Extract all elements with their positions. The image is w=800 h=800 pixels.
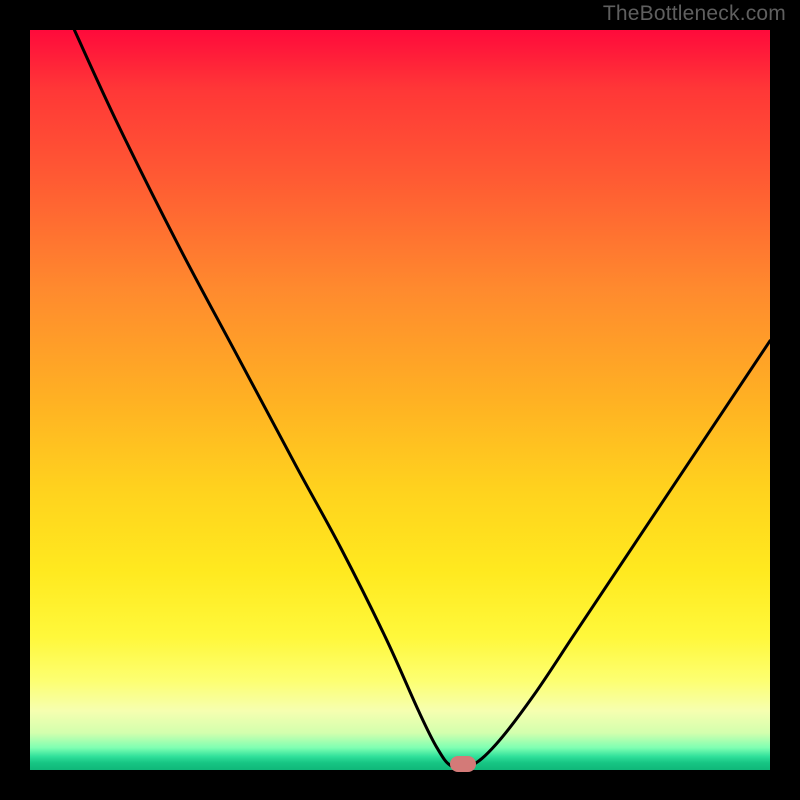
chart-stage: TheBottleneck.com bbox=[0, 0, 800, 800]
curve-svg bbox=[30, 30, 770, 770]
plot-area bbox=[30, 30, 770, 770]
optimal-marker bbox=[450, 756, 476, 772]
bottleneck-curve-path bbox=[74, 30, 770, 769]
watermark-text: TheBottleneck.com bbox=[603, 2, 786, 26]
